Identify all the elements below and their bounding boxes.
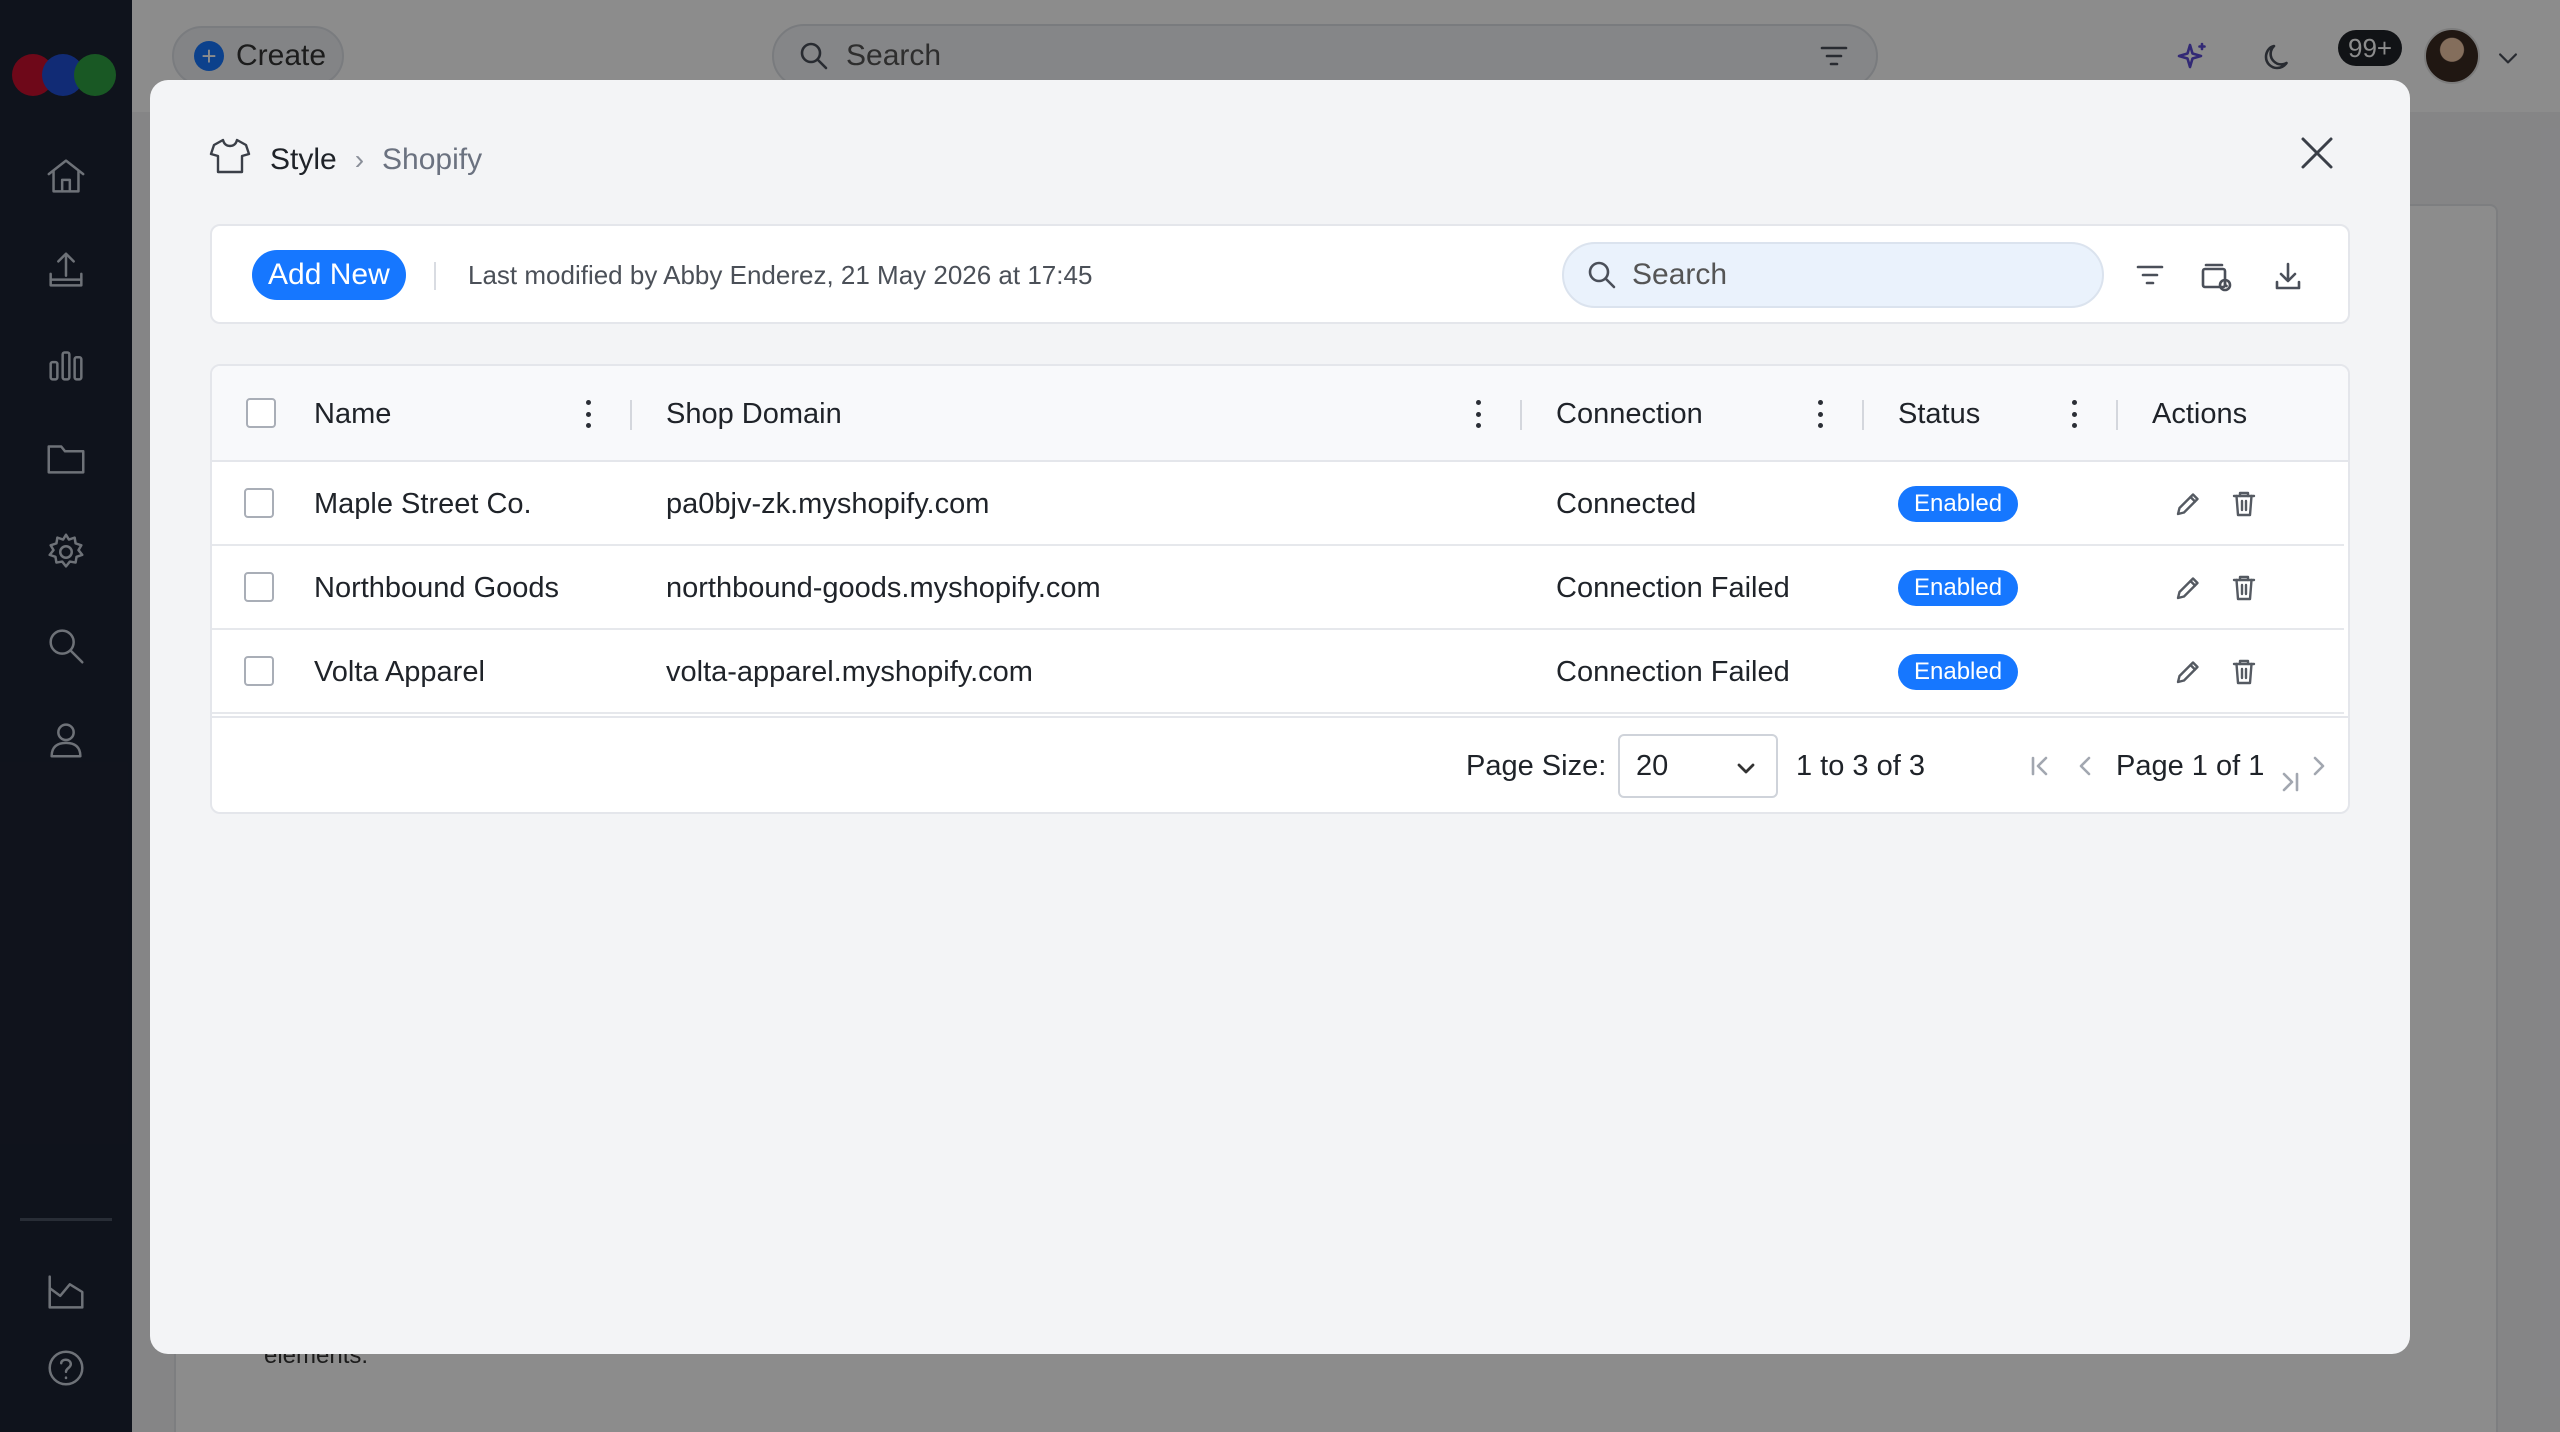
shop-domain: northbound-goods.myshopify.com bbox=[666, 571, 1101, 604]
toolbar: Add New Last modified by Abby Enderez, 2… bbox=[210, 224, 2350, 324]
row-checkbox[interactable] bbox=[244, 488, 274, 518]
shop-name: Maple Street Co. bbox=[314, 487, 532, 520]
pagination-bar: Page Size: 20 1 to 3 of 3 Page 1 of 1 bbox=[212, 716, 2348, 812]
column-header-status[interactable]: Status bbox=[1898, 366, 1980, 462]
column-resize-handle[interactable] bbox=[1862, 400, 1864, 430]
delete-icon[interactable] bbox=[2224, 652, 2264, 692]
breadcrumb-shopify: Shopify bbox=[382, 143, 483, 176]
first-page-icon[interactable] bbox=[2022, 746, 2058, 786]
shop-domain: pa0bjv-zk.myshopify.com bbox=[666, 487, 990, 520]
column-menu-icon[interactable] bbox=[1474, 400, 1482, 428]
column-resize-handle[interactable] bbox=[630, 400, 632, 430]
row-checkbox[interactable] bbox=[244, 572, 274, 602]
column-header-connection[interactable]: Connection bbox=[1556, 366, 1703, 462]
search-icon bbox=[1588, 261, 1616, 289]
column-header-name[interactable]: Name bbox=[314, 366, 391, 462]
edit-icon[interactable] bbox=[2168, 484, 2208, 524]
last-modified-text: Last modified by Abby Enderez, 21 May 20… bbox=[468, 260, 1093, 290]
connection-status: Connection Failed bbox=[1556, 655, 1790, 688]
close-icon bbox=[2301, 137, 2333, 169]
table-search-placeholder: Search bbox=[1632, 258, 1728, 291]
page-indicator: Page 1 of 1 bbox=[2116, 750, 2265, 782]
shop-name: Northbound Goods bbox=[314, 571, 560, 604]
table-search-input[interactable]: Search bbox=[1562, 242, 2104, 308]
page-size-select[interactable]: 20 bbox=[1618, 734, 1778, 798]
column-resize-handle[interactable] bbox=[2116, 400, 2118, 430]
breadcrumb-style[interactable]: Style bbox=[270, 143, 337, 177]
page-size-value: 20 bbox=[1636, 749, 1669, 782]
column-menu-icon[interactable] bbox=[584, 400, 592, 428]
breadcrumb-separator: › bbox=[354, 144, 365, 175]
filter-icon[interactable] bbox=[2128, 254, 2172, 298]
connection-status: Connection Failed bbox=[1556, 571, 1790, 604]
connection-status: Connected bbox=[1556, 487, 1697, 520]
table-row[interactable]: Maple Street Co. pa0bjv-zk.myshopify.com… bbox=[212, 462, 2344, 546]
toolbar-divider bbox=[434, 262, 436, 290]
chevron-down-icon bbox=[1737, 763, 1755, 774]
table-header: Name Shop Domain Connection Status Actio… bbox=[212, 366, 2348, 462]
previous-page-icon[interactable] bbox=[2068, 746, 2104, 786]
status-badge: Enabled bbox=[1898, 486, 2019, 522]
column-header-domain[interactable]: Shop Domain bbox=[666, 366, 842, 462]
pagination-range: 1 to 3 of 3 bbox=[1796, 750, 1925, 782]
column-header-actions: Actions bbox=[2152, 397, 2248, 430]
column-menu-icon[interactable] bbox=[2070, 400, 2078, 428]
select-all-checkbox[interactable] bbox=[246, 398, 276, 428]
add-new-button[interactable]: Add New bbox=[252, 250, 406, 300]
delete-icon[interactable] bbox=[2224, 484, 2264, 524]
page-size-label: Page Size: bbox=[1466, 750, 1607, 782]
tshirt-icon bbox=[208, 134, 252, 186]
shopify-modal: Style › Shopify Add New Last modified by… bbox=[150, 80, 2410, 1354]
table-row[interactable]: Northbound Goods northbound-goods.myshop… bbox=[212, 546, 2344, 630]
status-badge: Enabled bbox=[1898, 654, 2019, 690]
column-resize-handle[interactable] bbox=[1520, 400, 1522, 430]
column-settings-icon[interactable] bbox=[2194, 254, 2238, 298]
table-row[interactable]: Volta Apparel volta-apparel.myshopify.co… bbox=[212, 630, 2344, 714]
edit-icon[interactable] bbox=[2168, 568, 2208, 608]
last-page-icon[interactable] bbox=[2272, 762, 2308, 802]
column-menu-icon[interactable] bbox=[1816, 400, 1824, 428]
shops-table: Name Shop Domain Connection Status Actio… bbox=[210, 364, 2350, 814]
close-button[interactable] bbox=[2290, 126, 2344, 180]
shop-name: Volta Apparel bbox=[314, 655, 485, 688]
download-icon[interactable] bbox=[2266, 254, 2310, 298]
breadcrumb: Style › Shopify bbox=[208, 138, 482, 182]
status-badge: Enabled bbox=[1898, 570, 2019, 606]
row-checkbox[interactable] bbox=[244, 656, 274, 686]
shop-domain: volta-apparel.myshopify.com bbox=[666, 655, 1033, 688]
delete-icon[interactable] bbox=[2224, 568, 2264, 608]
edit-icon[interactable] bbox=[2168, 652, 2208, 692]
